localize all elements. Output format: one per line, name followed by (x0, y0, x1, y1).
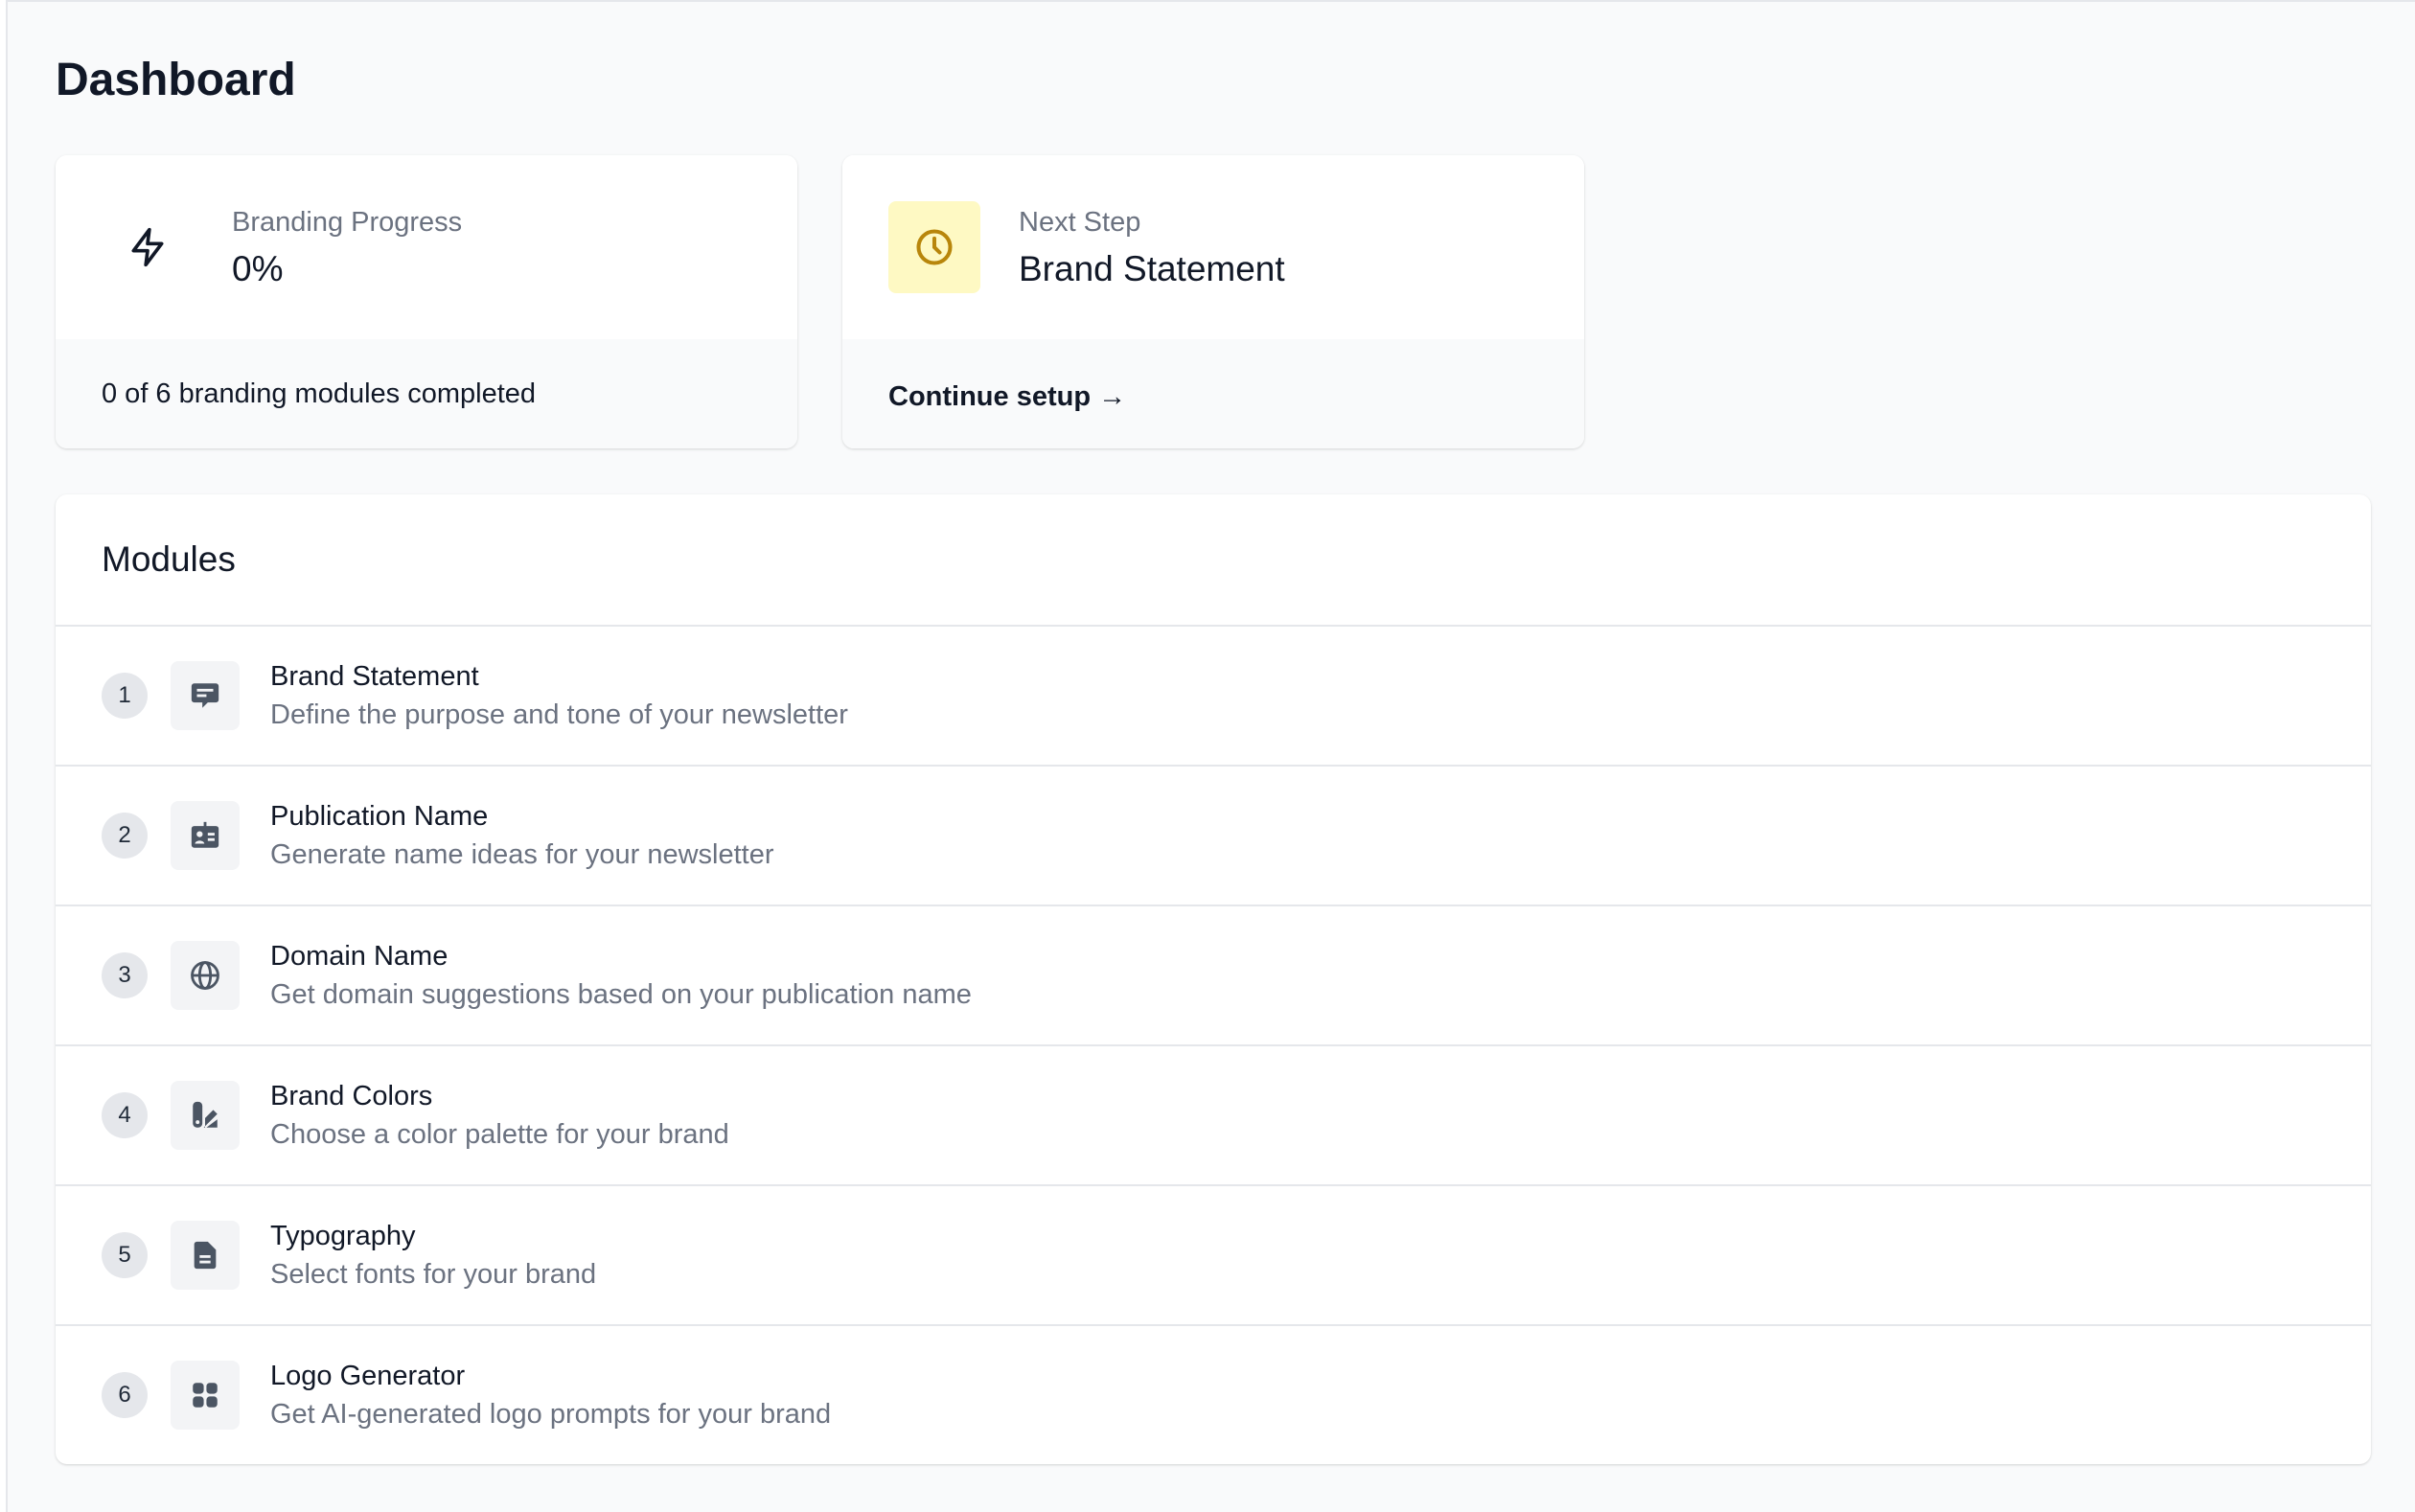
continue-setup-link[interactable]: Continue setup → (888, 381, 1126, 413)
next-step-footer: Continue setup → (842, 339, 1584, 448)
module-description: Choose a color palette for your brand (270, 1119, 729, 1150)
modules-panel: Modules 1 Brand Statement Define the pur… (56, 494, 2371, 1464)
branding-progress-card: Branding Progress 0% 0 of 6 branding mod… (56, 155, 797, 448)
module-number-badge: 5 (102, 1232, 148, 1278)
swatch-icon (171, 1081, 240, 1150)
module-description: Generate name ideas for your newsletter (270, 839, 774, 870)
page-title: Dashboard (56, 55, 296, 105)
module-name: Brand Statement (270, 661, 479, 692)
module-description: Get domain suggestions based on your pub… (270, 979, 972, 1010)
modules-title: Modules (102, 539, 236, 579)
module-number-badge: 3 (102, 952, 148, 998)
module-description: Define the purpose and tone of your news… (270, 699, 848, 730)
module-number-badge: 2 (102, 813, 148, 859)
module-description: Get AI-generated logo prompts for your b… (270, 1399, 832, 1430)
module-name: Publication Name (270, 801, 489, 832)
module-name: Logo Generator (270, 1361, 466, 1391)
modules-completed-text: 0 of 6 branding modules completed (102, 378, 537, 409)
module-name: Brand Colors (270, 1081, 433, 1111)
module-description: Select fonts for your brand (270, 1259, 597, 1290)
module-name: Typography (270, 1221, 416, 1251)
clock-icon (888, 201, 980, 293)
module-number-badge: 4 (102, 1092, 148, 1138)
branding-progress-footer: 0 of 6 branding modules completed (56, 339, 797, 448)
id-badge-icon (171, 801, 240, 870)
branding-progress-value: 0% (232, 249, 284, 288)
branding-progress-label: Branding Progress (232, 207, 463, 238)
next-step-value: Brand Statement (1019, 249, 1285, 288)
grid-icon (171, 1361, 240, 1430)
module-row-brand-statement[interactable]: 1 Brand Statement Define the purpose and… (56, 627, 2371, 767)
chat-bubble-icon (171, 661, 240, 730)
module-row-brand-colors[interactable]: 4 Brand Colors Choose a color palette fo… (56, 1046, 2371, 1186)
module-row-typography[interactable]: 5 Typography Select fonts for your brand (56, 1186, 2371, 1326)
document-icon (171, 1221, 240, 1290)
globe-icon (171, 941, 240, 1010)
module-row-logo-generator[interactable]: 6 Logo Generator Get AI-generated logo p… (56, 1326, 2371, 1464)
dashboard-page: Dashboard Branding Progress 0% 0 of 6 br… (6, 0, 2415, 1512)
module-row-publication-name[interactable]: 2 Publication Name Generate name ideas f… (56, 767, 2371, 906)
next-step-card: Next Step Brand Statement Continue setup… (842, 155, 1584, 448)
next-step-label: Next Step (1019, 207, 1141, 238)
bolt-icon (102, 201, 194, 293)
branding-progress-body: Branding Progress 0% (56, 155, 797, 339)
modules-header: Modules (56, 494, 2371, 627)
module-row-domain-name[interactable]: 3 Domain Name Get domain suggestions bas… (56, 906, 2371, 1046)
module-number-badge: 6 (102, 1372, 148, 1418)
next-step-body: Next Step Brand Statement (842, 155, 1584, 339)
module-name: Domain Name (270, 941, 448, 972)
module-number-badge: 1 (102, 673, 148, 719)
